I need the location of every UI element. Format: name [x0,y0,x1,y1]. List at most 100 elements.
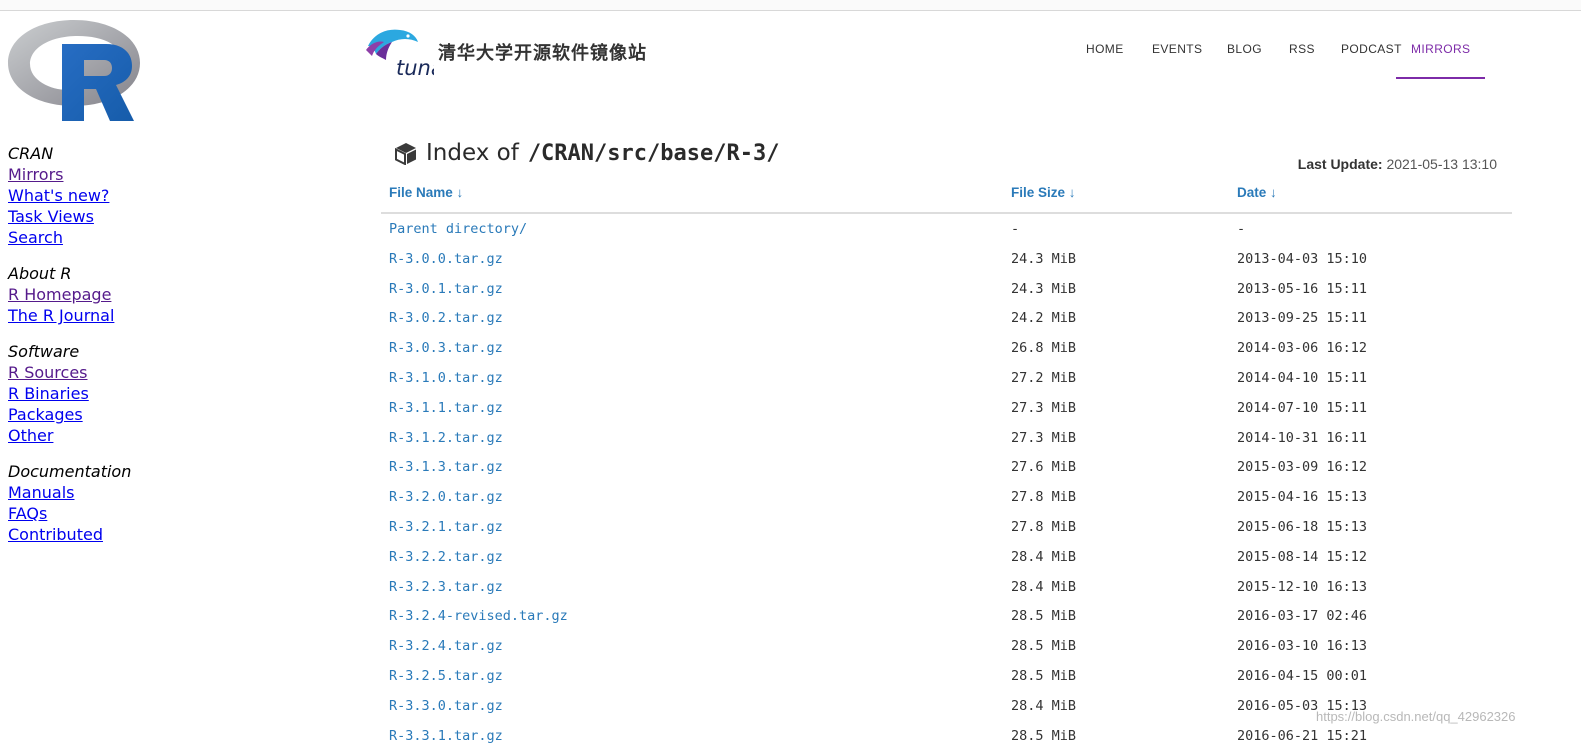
table-row: R-3.1.3.tar.gz 27.6 MiB 2015-03-09 16:12 [381,452,1512,482]
file-size-cell: 26.8 MiB [1011,340,1077,357]
file-size-cell: 28.5 MiB [1011,608,1077,625]
sidebar-link-r-sources[interactable]: R Sources [8,362,88,383]
nav-blog[interactable]: BLOG [1227,42,1262,77]
file-name-link[interactable]: R-3.1.2.tar.gz [389,430,503,446]
file-name-link[interactable]: R-3.2.1.tar.gz [389,519,503,535]
sidebar-link-other[interactable]: Other [8,425,53,446]
file-date-cell: 2016-03-10 16:13 [1237,638,1368,655]
table-row: R-3.2.4-revised.tar.gz 28.5 MiB 2016-03-17… [381,601,1512,631]
sidebar-section-title: Software [8,342,80,361]
file-date-cell: 2013-09-25 15:11 [1237,310,1368,327]
file-size-cell: 27.2 MiB [1011,369,1077,386]
file-listing-table: File Name ↓ File Size ↓ Date ↓ Parent di… [381,180,1512,750]
site-title[interactable]: 清华大学开源软件镜像站 [438,39,647,65]
file-size-cell: 24.2 MiB [1011,310,1077,327]
file-name-link[interactable]: R-3.2.4-revised.tar.gz [389,608,568,624]
file-date-cell: 2016-03-17 02:46 [1237,608,1368,625]
sidebar-link-search[interactable]: Search [8,227,63,248]
file-name-link[interactable]: Parent directory/ [389,221,527,237]
table-row: R-3.3.1.tar.gz 28.5 MiB 2016-06-21 15:21 [381,721,1512,750]
table-row: R-3.2.5.tar.gz 28.5 MiB 2016-04-15 00:01 [381,661,1512,691]
index-heading: Index of /CRAN/src/base/R-3/ [394,136,779,170]
table-row: R-3.1.1.tar.gz 27.3 MiB 2014-07-10 15:11 [381,393,1512,423]
file-size-cell: 28.4 MiB [1011,578,1077,595]
file-name-link[interactable]: R-3.1.3.tar.gz [389,459,503,475]
file-size-cell: 27.8 MiB [1011,518,1077,535]
file-name-link[interactable]: R-3.2.5.tar.gz [389,668,503,684]
last-update: Last Update: 2021-05-13 13:10 [1100,156,1497,172]
file-date-cell: 2015-12-10 16:13 [1237,578,1368,595]
sort-by-date-header[interactable]: Date ↓ [1237,185,1277,200]
table-body: Parent directory/ - - R-3.0.0.tar.gz 24.3 Mi… [381,214,1512,750]
sidebar-link-r-homepage[interactable]: R Homepage [8,284,111,305]
sidebar-link-r-binaries[interactable]: R Binaries [8,383,89,404]
file-size-cell: 28.5 MiB [1011,667,1077,684]
file-name-link[interactable]: R-3.0.3.tar.gz [389,340,503,356]
sort-by-name-header[interactable]: File Name ↓ [389,185,463,200]
table-row: R-3.0.0.tar.gz 24.3 MiB 2013-04-03 15:10 [381,244,1512,274]
table-row: R-3.0.1.tar.gz 24.3 MiB 2013-05-16 15:11 [381,274,1512,304]
sidebar-section-title: About R [8,264,72,283]
file-date-cell: 2015-06-18 15:13 [1237,518,1368,535]
sidebar-link-task-views[interactable]: Task Views [8,206,94,227]
file-date-cell: 2014-03-06 16:12 [1237,340,1368,357]
sidebar-section-title: CRAN [8,144,54,163]
table-header-row: File Name ↓ File Size ↓ Date ↓ [381,180,1512,214]
file-name-link[interactable]: R-3.0.2.tar.gz [389,310,503,326]
table-row: R-3.2.1.tar.gz 27.8 MiB 2015-06-18 15:13 [381,512,1512,542]
file-date-cell: 2014-07-10 15:11 [1237,399,1368,416]
nav-events[interactable]: EVENTS [1152,42,1202,77]
sort-by-size-header[interactable]: File Size ↓ [1011,185,1076,200]
r-logo[interactable] [6,18,142,124]
sidebar-link-manuals[interactable]: Manuals [8,482,74,503]
file-name-link[interactable]: R-3.0.0.tar.gz [389,251,503,267]
file-size-cell: 27.8 MiB [1011,489,1077,506]
file-size-cell: 28.4 MiB [1011,548,1077,565]
file-date-cell: - [1237,221,1246,237]
file-name-link[interactable]: R-3.1.0.tar.gz [389,370,503,386]
sidebar-link-mirrors[interactable]: Mirrors [8,164,63,185]
sidebar-link-r-journal[interactable]: The R Journal [8,305,114,326]
file-size-cell: 24.3 MiB [1011,280,1077,297]
file-name-link[interactable]: R-3.3.0.tar.gz [389,698,503,714]
file-date-cell: 2015-03-09 16:12 [1237,459,1368,476]
file-size-cell: 27.3 MiB [1011,399,1077,416]
table-row: R-3.2.3.tar.gz 28.4 MiB 2015-12-10 16:13 [381,572,1512,602]
file-name-link[interactable]: R-3.1.1.tar.gz [389,400,503,416]
file-name-link[interactable]: R-3.2.2.tar.gz [389,549,503,565]
watermark-text: https://blog.csdn.net/qq_42962326 [1316,709,1516,724]
index-label: Index of [426,140,519,166]
table-row: R-3.0.3.tar.gz 26.8 MiB 2014-03-06 16:12 [381,333,1512,363]
table-row: R-3.2.2.tar.gz 28.4 MiB 2015-08-14 15:12 [381,542,1512,572]
sidebar-link-contributed[interactable]: Contributed [8,524,103,545]
table-row: R-3.1.0.tar.gz 27.2 MiB 2014-04-10 15:11 [381,363,1512,393]
table-row: R-3.2.0.tar.gz 27.8 MiB 2015-04-16 15:13 [381,482,1512,512]
file-name-link[interactable]: R-3.2.4.tar.gz [389,638,503,654]
file-name-link[interactable]: R-3.0.1.tar.gz [389,281,503,297]
last-update-value: 2021-05-13 13:10 [1386,156,1497,172]
file-size-cell: 28.5 MiB [1011,638,1077,655]
top-nav: HOME EVENTS BLOG RSS PODCAST MIRRORS [1072,42,1512,82]
file-name-link[interactable]: R-3.2.3.tar.gz [389,579,503,595]
nav-podcast[interactable]: PODCAST [1341,42,1402,77]
file-date-cell: 2015-08-14 15:12 [1237,548,1368,565]
file-date-cell: 2013-04-03 15:10 [1237,250,1368,267]
sidebar-link-packages[interactable]: Packages [8,404,83,425]
tuna-logo[interactable]: tuna [364,26,434,78]
nav-mirrors[interactable]: MIRRORS [1396,42,1486,79]
table-row: R-3.1.2.tar.gz 27.3 MiB 2014-10-31 16:11 [381,423,1512,453]
file-size-cell: - [1011,221,1020,237]
last-update-label: Last Update: [1297,156,1383,172]
file-name-link[interactable]: R-3.2.0.tar.gz [389,489,503,505]
file-date-cell: 2015-04-16 15:13 [1237,489,1368,506]
table-row: R-3.2.4.tar.gz 28.5 MiB 2016-03-10 16:13 [381,631,1512,661]
sidebar-section-about-r: About R R Homepage The R Journal [8,263,228,326]
sidebar-link-faqs[interactable]: FAQs [8,503,47,524]
sidebar-link-whats-new[interactable]: What's new? [8,185,109,206]
nav-rss[interactable]: RSS [1289,42,1315,77]
file-date-cell: 2014-04-10 15:11 [1237,369,1368,386]
nav-home[interactable]: HOME [1086,42,1124,77]
box-icon [395,143,416,165]
file-name-link[interactable]: R-3.3.1.tar.gz [389,728,503,744]
r-sidebar: CRAN Mirrors What's new? Task Views Sear… [8,143,228,560]
